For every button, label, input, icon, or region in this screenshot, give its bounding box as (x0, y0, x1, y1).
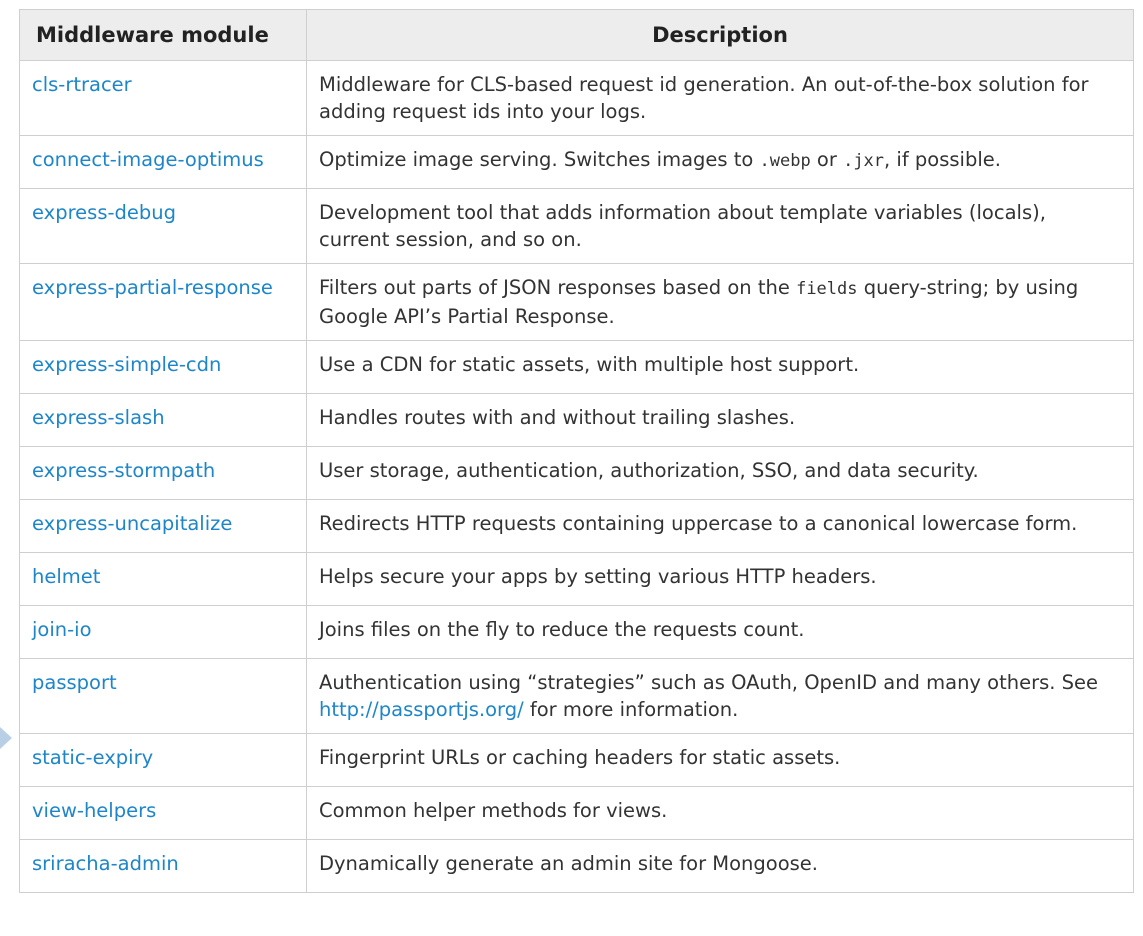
passport-website-link[interactable]: http://passportjs.org/ (319, 698, 524, 721)
table-row: express-partial-response Filters out par… (19, 263, 1134, 341)
table-row: express-stormpath User storage, authenti… (19, 446, 1134, 500)
module-description: Filters out parts of JSON responses base… (306, 263, 1134, 341)
table-row: static-expiry Fingerprint URLs or cachin… (19, 733, 1134, 787)
header-module: Middleware module (19, 9, 307, 61)
description-text: or (810, 148, 844, 171)
header-description: Description (306, 9, 1134, 61)
module-description: Helps secure your apps by setting variou… (306, 552, 1134, 606)
description-text: , if possible. (884, 148, 1001, 171)
inline-code: .webp (759, 151, 811, 171)
module-description: User storage, authentication, authorizat… (306, 446, 1134, 500)
module-description: Common helper methods for views. (306, 786, 1134, 840)
table-header-row: Middleware module Description (19, 9, 1134, 61)
module-description: Middleware for CLS-based request id gene… (306, 60, 1134, 136)
table-row: join-io Joins files on the fly to reduce… (19, 605, 1134, 659)
table-row: connect-image-optimus Optimize image ser… (19, 135, 1134, 189)
module-name-link[interactable]: helmet (19, 552, 307, 606)
table-row: express-debug Development tool that adds… (19, 188, 1134, 264)
module-name-link[interactable]: passport (19, 658, 307, 734)
module-name-link[interactable]: join-io (19, 605, 307, 659)
module-name-link[interactable]: view-helpers (19, 786, 307, 840)
table-row: express-uncapitalize Redirects HTTP requ… (19, 499, 1134, 553)
module-name-link[interactable]: connect-image-optimus (19, 135, 307, 189)
description-text: Filters out parts of JSON responses base… (319, 276, 797, 299)
inline-code: .jxr (843, 151, 885, 171)
table-row: passport Authentication using “strategie… (19, 658, 1134, 734)
module-name-link[interactable]: express-uncapitalize (19, 499, 307, 553)
module-name-link[interactable]: static-expiry (19, 733, 307, 787)
middleware-table-container: Middleware module Description cls-rtrace… (19, 9, 1134, 893)
module-description: Development tool that adds information a… (306, 188, 1134, 264)
module-name-link[interactable]: express-stormpath (19, 446, 307, 500)
module-name-link[interactable]: cls-rtracer (19, 60, 307, 136)
module-description: Optimize image serving. Switches images … (306, 135, 1134, 189)
inline-code: fields (796, 279, 858, 299)
middleware-table: Middleware module Description cls-rtrace… (19, 9, 1134, 893)
module-description: Fingerprint URLs or caching headers for … (306, 733, 1134, 787)
module-name-link[interactable]: express-partial-response (19, 263, 307, 341)
module-name-link[interactable]: express-slash (19, 393, 307, 447)
table-row: express-simple-cdn Use a CDN for static … (19, 340, 1134, 394)
table-row: express-slash Handles routes with and wi… (19, 393, 1134, 447)
module-description: Authentication using “strategies” such a… (306, 658, 1134, 734)
table-row: cls-rtracer Middleware for CLS-based req… (19, 60, 1134, 136)
module-name-link[interactable]: sriracha-admin (19, 839, 307, 893)
side-arrow-icon (0, 727, 12, 749)
table-row: sriracha-admin Dynamically generate an a… (19, 839, 1134, 893)
module-description: Use a CDN for static assets, with multip… (306, 340, 1134, 394)
description-text: Optimize image serving. Switches images … (319, 148, 760, 171)
description-text: Authentication using “strategies” such a… (319, 671, 1099, 694)
module-description: Redirects HTTP requests containing upper… (306, 499, 1134, 553)
module-name-link[interactable]: express-simple-cdn (19, 340, 307, 394)
table-row: view-helpers Common helper methods for v… (19, 786, 1134, 840)
module-description: Joins files on the fly to reduce the req… (306, 605, 1134, 659)
description-text: for more information. (523, 698, 739, 721)
module-description: Dynamically generate an admin site for M… (306, 839, 1134, 893)
module-description: Handles routes with and without trailing… (306, 393, 1134, 447)
module-name-link[interactable]: express-debug (19, 188, 307, 264)
table-row: helmet Helps secure your apps by setting… (19, 552, 1134, 606)
